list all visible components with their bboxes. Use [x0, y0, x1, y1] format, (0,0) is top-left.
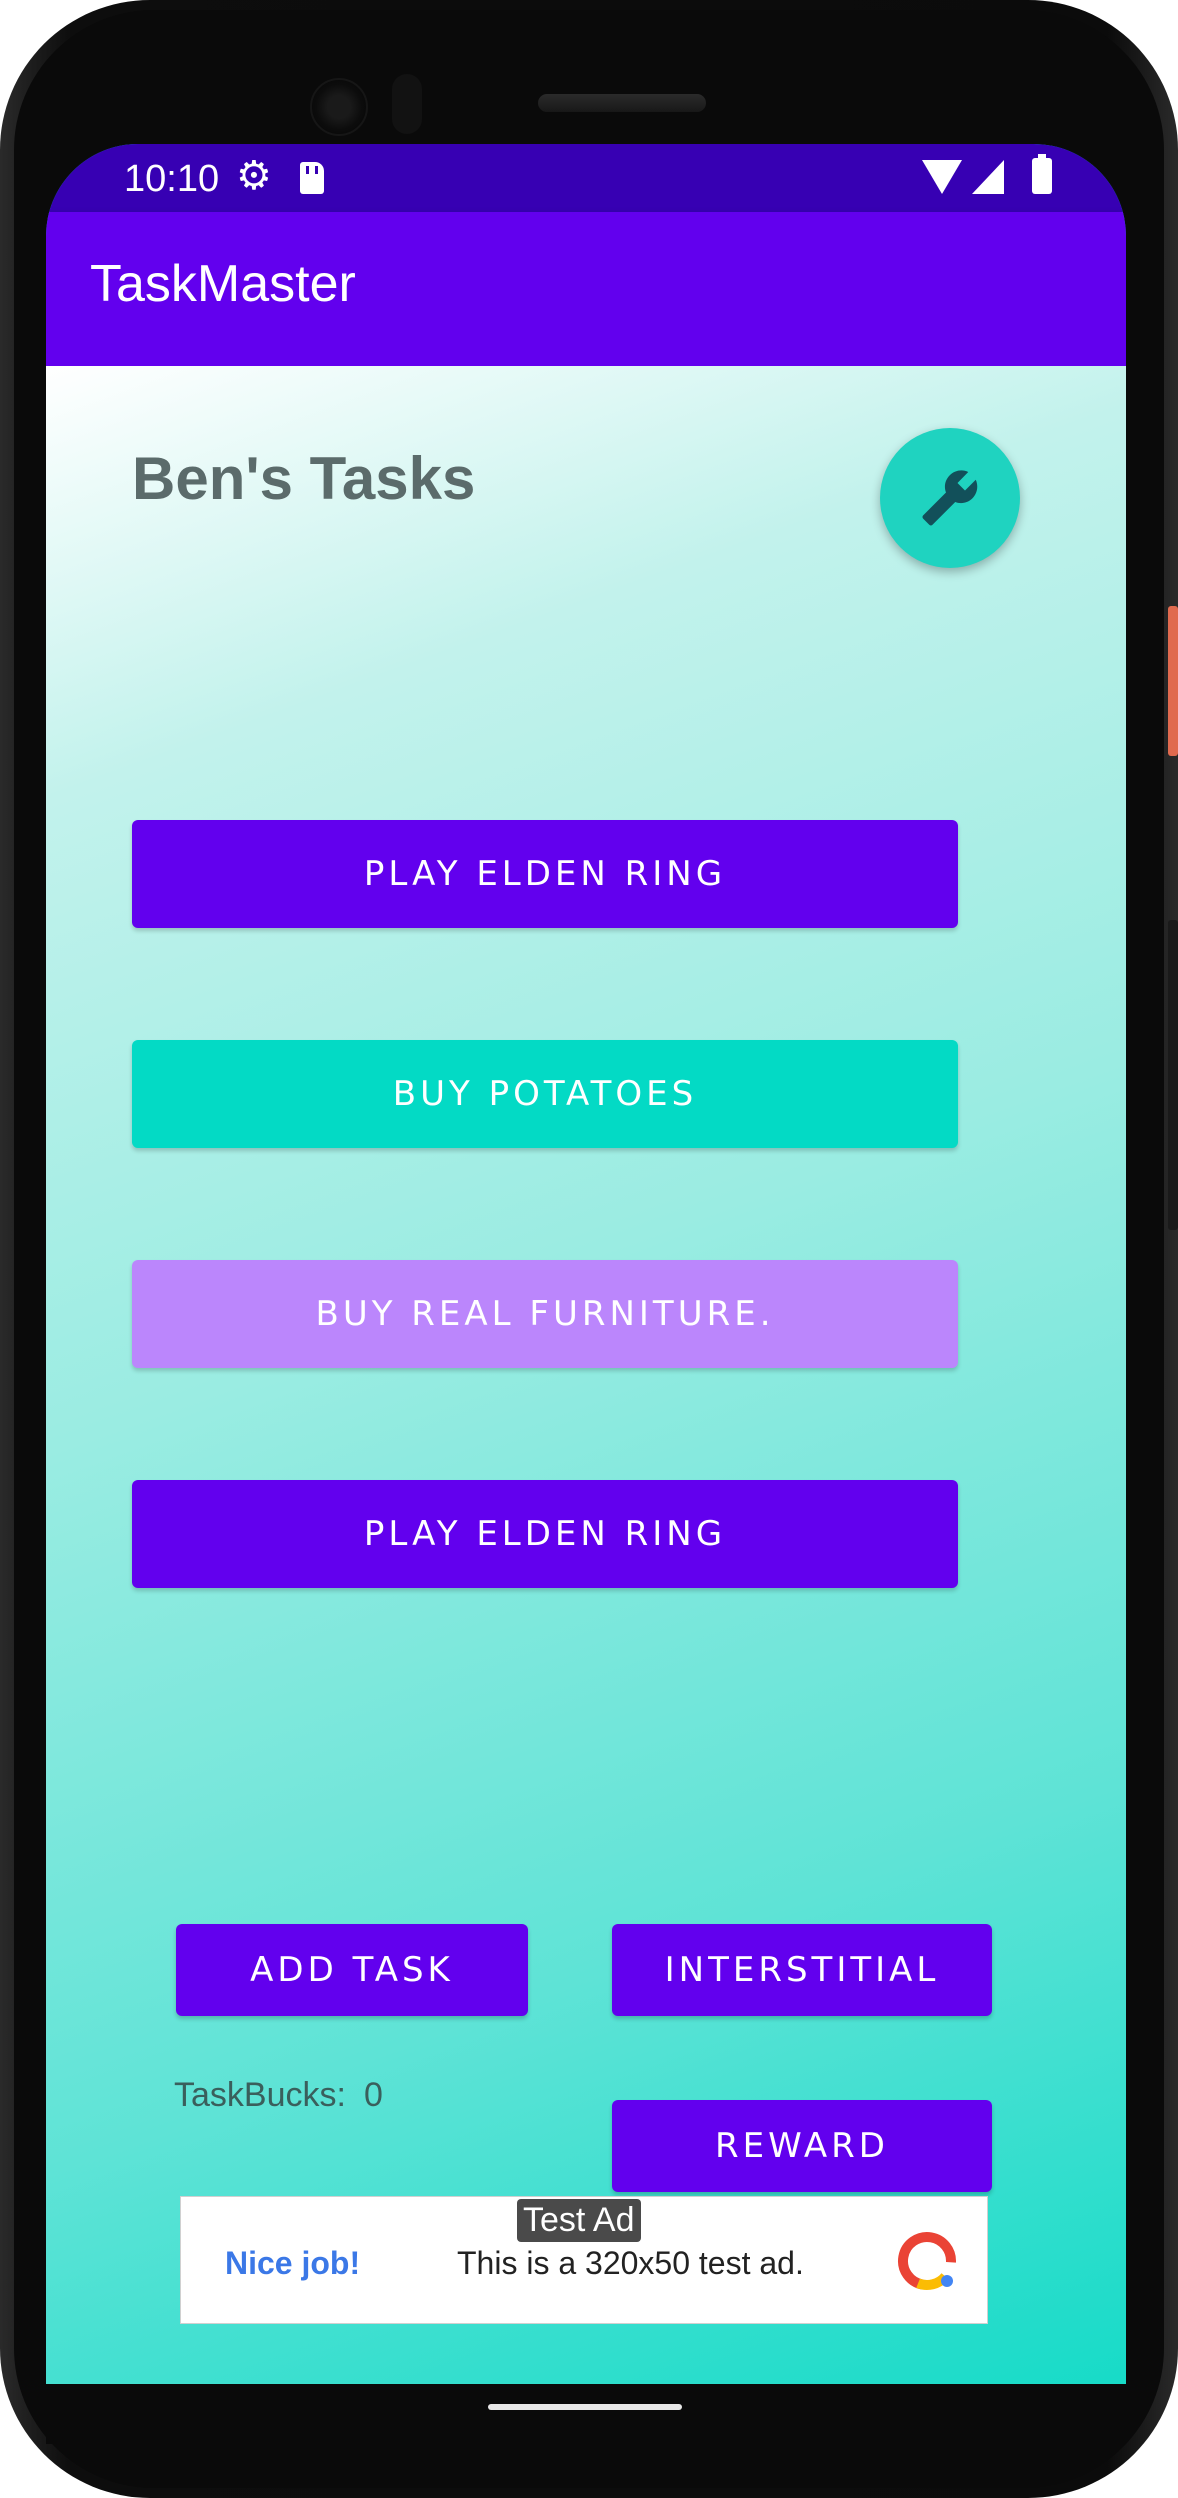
- test-ad-badge: Test Ad: [517, 2199, 641, 2242]
- status-bar: 10:10 ⚙: [46, 144, 1126, 212]
- wifi-icon: [922, 160, 962, 194]
- app-bar: TaskMaster: [46, 212, 1126, 366]
- interstitial-button[interactable]: INTERSTITIAL: [612, 1924, 992, 2016]
- taskbucks-value: 0: [363, 2076, 383, 2114]
- task-button[interactable]: PLAY ELDEN RING: [132, 1480, 958, 1588]
- proximity-sensor: [392, 74, 422, 134]
- battery-icon: [1032, 154, 1052, 194]
- ad-text: This is a 320x50 test ad.: [457, 2245, 804, 2281]
- add-task-button[interactable]: ADD TASK: [176, 1924, 528, 2016]
- earpiece-speaker: [538, 94, 706, 112]
- task-button[interactable]: BUY REAL FURNITURE.: [132, 1260, 958, 1368]
- navigation-bar: [46, 2384, 1126, 2444]
- task-button[interactable]: PLAY ELDEN RING: [132, 820, 958, 928]
- screen: 10:10 ⚙ TaskMaster Ben's Tasks PLAY ELDE…: [46, 144, 1126, 2384]
- volume-button[interactable]: [1168, 920, 1178, 1230]
- ad-headline: Nice job!: [225, 2245, 361, 2281]
- wrench-icon: [922, 470, 978, 526]
- page-title: Ben's Tasks: [132, 445, 476, 512]
- front-camera: [310, 78, 368, 136]
- status-time: 10:10: [124, 158, 220, 200]
- sd-card-icon: [300, 162, 324, 194]
- ad-banner[interactable]: Test Ad Nice job! This is a 320x50 test …: [180, 2196, 988, 2324]
- settings-icon: ⚙: [236, 154, 272, 198]
- taskbucks-label: TaskBucks:: [174, 2076, 346, 2114]
- signal-icon: [972, 160, 1004, 194]
- task-button[interactable]: BUY POTATOES: [132, 1040, 958, 1148]
- settings-fab[interactable]: [880, 428, 1020, 568]
- reward-button[interactable]: REWARD: [612, 2100, 992, 2192]
- main-content: Ben's Tasks PLAY ELDEN RING BUY POTATOES…: [46, 366, 1126, 2384]
- taskbucks-display: TaskBucks: 0: [174, 2076, 383, 2115]
- power-button[interactable]: [1168, 606, 1178, 756]
- app-title: TaskMaster: [90, 255, 356, 313]
- home-gesture-handle[interactable]: [488, 2404, 682, 2410]
- admob-logo-icon: [898, 2232, 956, 2290]
